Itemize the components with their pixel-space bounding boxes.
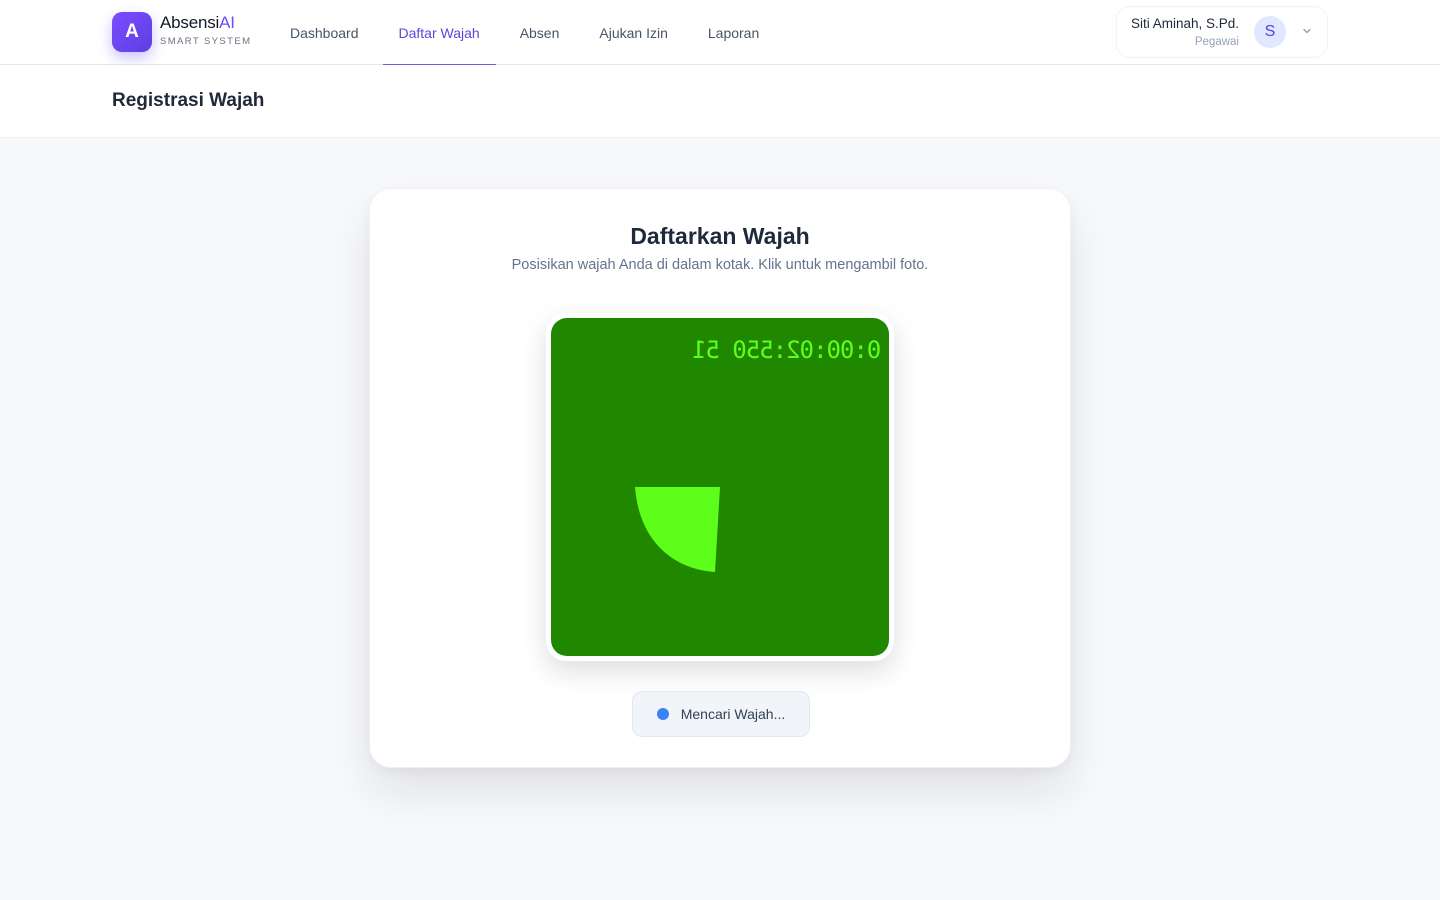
main-nav: Dashboard Daftar Wajah Absen Ajukan Izin… [270,0,779,66]
chevron-down-icon[interactable] [1300,24,1314,38]
card-title: Daftarkan Wajah [630,223,810,249]
user-menu[interactable]: Siti Aminah, S.Pd. Pegawai S [1116,6,1328,58]
top-navbar: A AbsensiAI SMART SYSTEM Dashboard Dafta… [0,0,1440,66]
status-label: Mencari Wajah... [680,706,786,722]
brand-name-main: Absensi [160,13,220,32]
nav-item-absen[interactable]: Absen [500,0,580,65]
page-title: Registrasi Wajah [112,90,265,111]
brand: AbsensiAI SMART SYSTEM [160,13,251,47]
logo-icon[interactable]: A [112,12,152,52]
user-info: Siti Aminah, S.Pd. Pegawai [1131,16,1239,48]
brand-name-accent: AI [219,13,235,32]
page-header: Registrasi Wajah [0,65,1440,138]
user-name: Siti Aminah, S.Pd. [1130,16,1239,31]
avatar[interactable]: S [1254,16,1286,48]
brand-subtitle: SMART SYSTEM [160,36,252,47]
nav-item-daftar-wajah[interactable]: Daftar Wajah [379,0,500,66]
camera-timestamp: 0:00:02:550 51 [692,336,881,364]
camera-frame[interactable]: 0:00:02:550 51 [546,313,894,661]
face-detection-status-button[interactable]: Mencari Wajah... [632,691,810,737]
face-registration-card: Daftarkan Wajah Posisikan wajah Anda di … [369,188,1071,768]
camera-feed[interactable]: 0:00:02:550 51 [551,318,889,656]
user-role: Pegawai [1194,36,1239,48]
brand-name: AbsensiAI [160,13,251,33]
card-subtitle: Posisikan wajah Anda di dalam kotak. Kli… [511,257,929,273]
status-dot-icon [656,708,669,720]
nav-item-ajukan-izin[interactable]: Ajukan Izin [579,0,687,65]
nav-item-laporan[interactable]: Laporan [688,0,779,65]
camera-test-pattern-shape [635,487,720,572]
nav-item-dashboard[interactable]: Dashboard [270,0,379,65]
